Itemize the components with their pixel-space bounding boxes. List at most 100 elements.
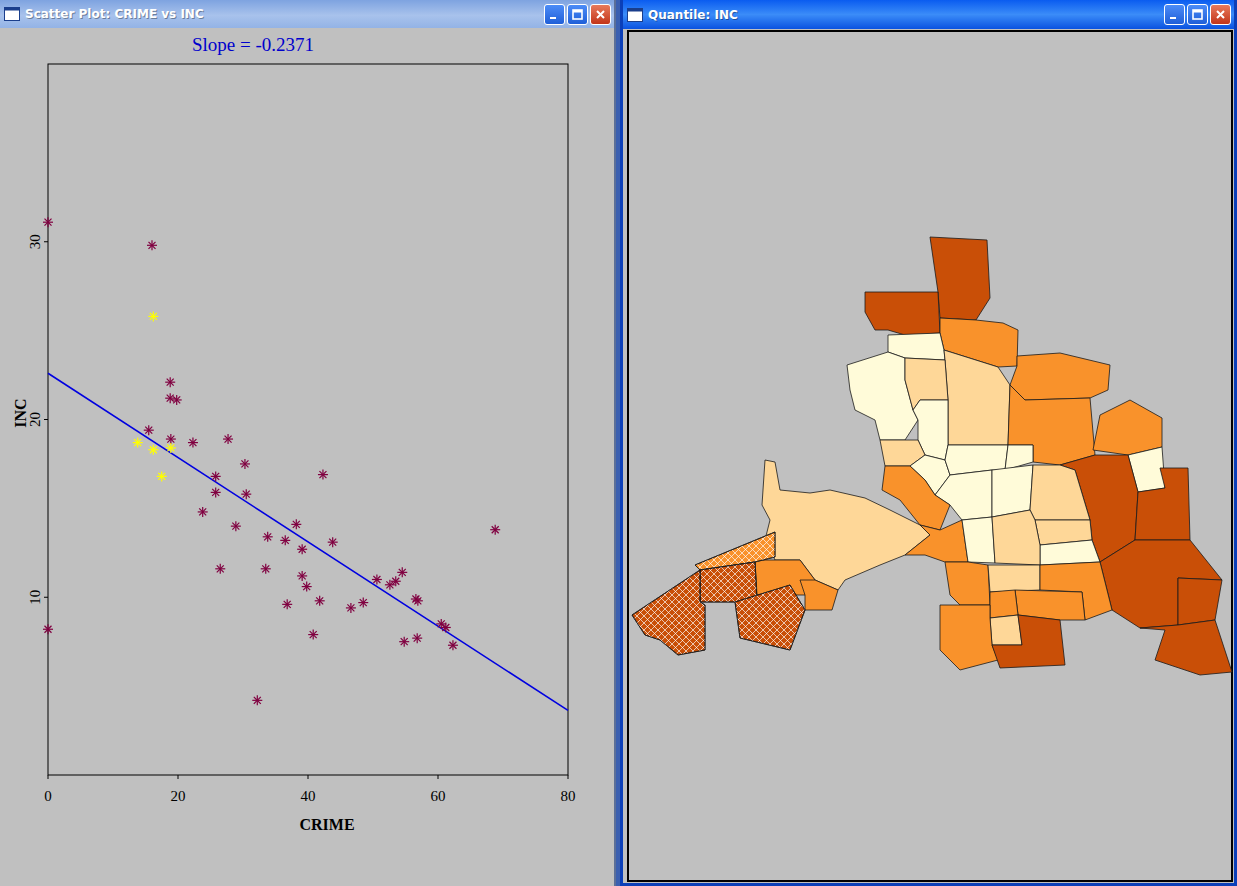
regression-line bbox=[48, 373, 568, 710]
maximize-button[interactable] bbox=[1187, 4, 1208, 25]
scatter-point[interactable] bbox=[308, 630, 318, 640]
minimize-button[interactable] bbox=[544, 4, 565, 25]
scatter-window: Scatter Plot: CRIME vs INCSlope = -0.237… bbox=[0, 0, 616, 886]
scatter-point[interactable] bbox=[252, 695, 262, 705]
map-region[interactable] bbox=[632, 570, 705, 655]
scatter-point[interactable] bbox=[413, 596, 423, 606]
scatter-point[interactable] bbox=[166, 434, 176, 444]
map-region[interactable] bbox=[1100, 540, 1222, 628]
scatter-point[interactable] bbox=[346, 603, 356, 613]
scatter-point[interactable] bbox=[133, 438, 143, 448]
maximize-icon bbox=[1191, 8, 1204, 21]
close-icon bbox=[594, 8, 607, 21]
scatter-point[interactable] bbox=[263, 532, 273, 542]
scatter-point[interactable] bbox=[412, 633, 422, 643]
scatter-point[interactable] bbox=[165, 377, 175, 387]
svg-text:10: 10 bbox=[27, 590, 43, 605]
scatter-point[interactable] bbox=[490, 525, 500, 535]
maximize-icon bbox=[571, 8, 584, 21]
scatter-point[interactable] bbox=[411, 594, 421, 604]
window-title: Scatter Plot: CRIME vs INC bbox=[25, 7, 539, 21]
scatter-point[interactable] bbox=[215, 564, 225, 574]
scatter-point[interactable] bbox=[211, 487, 221, 497]
scatter-point[interactable] bbox=[441, 622, 451, 632]
map-region[interactable] bbox=[1093, 400, 1162, 455]
scatter-point[interactable] bbox=[166, 443, 176, 453]
scatter-point[interactable] bbox=[261, 564, 271, 574]
scatter-point[interactable] bbox=[223, 434, 233, 444]
scatter-point[interactable] bbox=[358, 598, 368, 608]
scatter-point[interactable] bbox=[241, 489, 251, 499]
scatter-point[interactable] bbox=[315, 596, 325, 606]
scatter-point[interactable] bbox=[280, 535, 290, 545]
scatter-point[interactable] bbox=[282, 599, 292, 609]
scatter-point[interactable] bbox=[147, 240, 157, 250]
map-region[interactable] bbox=[695, 532, 775, 570]
map-region[interactable] bbox=[1140, 620, 1232, 675]
scatter-point[interactable] bbox=[165, 393, 175, 403]
map-region[interactable] bbox=[1135, 468, 1190, 540]
map-region[interactable] bbox=[992, 465, 1033, 517]
quantile-map[interactable] bbox=[623, 29, 1234, 883]
close-icon bbox=[1214, 8, 1227, 21]
scatter-point[interactable] bbox=[297, 544, 307, 554]
map-window: Quantile: INC bbox=[620, 0, 1237, 886]
window-icon bbox=[4, 7, 20, 21]
map-region[interactable] bbox=[865, 292, 940, 335]
map-region[interactable] bbox=[944, 350, 1010, 445]
scatter-point[interactable] bbox=[172, 395, 182, 405]
scatter-point[interactable] bbox=[157, 471, 167, 481]
map-region[interactable] bbox=[945, 562, 990, 605]
scatter-point[interactable] bbox=[372, 574, 382, 584]
scatter-chart[interactable]: Slope = -0.2371020406080102030CRIMEINC bbox=[0, 28, 612, 886]
map-region[interactable] bbox=[1010, 353, 1110, 400]
scatter-point[interactable] bbox=[397, 567, 407, 577]
scatter-point[interactable] bbox=[318, 470, 328, 480]
map-view bbox=[623, 29, 1234, 883]
map-region[interactable] bbox=[990, 590, 1018, 618]
scatter-point[interactable] bbox=[43, 624, 53, 634]
map-region[interactable] bbox=[800, 580, 838, 610]
x-tick: 20 bbox=[171, 775, 186, 804]
title-bar[interactable]: Quantile: INC bbox=[623, 0, 1234, 29]
scatter-point[interactable] bbox=[328, 537, 338, 547]
map-region[interactable] bbox=[905, 520, 968, 562]
title-bar[interactable]: Scatter Plot: CRIME vs INC bbox=[0, 0, 614, 28]
scatter-point[interactable] bbox=[291, 519, 301, 529]
scatter-point[interactable] bbox=[240, 459, 250, 469]
scatter-point[interactable] bbox=[188, 438, 198, 448]
scatter-point[interactable] bbox=[297, 571, 307, 581]
scatter-point[interactable] bbox=[148, 445, 158, 455]
map-region[interactable] bbox=[1030, 465, 1090, 520]
map-region[interactable] bbox=[1178, 578, 1222, 625]
map-region[interactable] bbox=[1040, 540, 1100, 565]
scatter-point[interactable] bbox=[198, 507, 208, 517]
maximize-button[interactable] bbox=[567, 4, 588, 25]
map-region[interactable] bbox=[962, 517, 995, 563]
scatter-point[interactable] bbox=[448, 640, 458, 650]
x-tick: 40 bbox=[301, 775, 316, 804]
svg-text:40: 40 bbox=[301, 788, 316, 804]
scatter-point[interactable] bbox=[43, 217, 53, 227]
desktop: Scatter Plot: CRIME vs INCSlope = -0.237… bbox=[0, 0, 1237, 886]
scatter-point[interactable] bbox=[399, 637, 409, 647]
minimize-button[interactable] bbox=[1164, 4, 1185, 25]
scatter-point[interactable] bbox=[148, 311, 158, 321]
map-region[interactable] bbox=[992, 615, 1065, 668]
scatter-point[interactable] bbox=[211, 471, 221, 481]
y-tick: 30 bbox=[27, 234, 48, 249]
scatter-point[interactable] bbox=[231, 521, 241, 531]
scatter-point[interactable] bbox=[391, 576, 401, 586]
map-region[interactable] bbox=[990, 615, 1022, 645]
close-button[interactable] bbox=[590, 4, 611, 25]
scatter-point[interactable] bbox=[302, 582, 312, 592]
map-region[interactable] bbox=[988, 565, 1040, 592]
map-region[interactable] bbox=[940, 605, 998, 670]
map-region[interactable] bbox=[700, 562, 757, 602]
x-tick: 80 bbox=[561, 775, 576, 804]
window-icon bbox=[627, 8, 643, 22]
close-button[interactable] bbox=[1210, 4, 1231, 25]
map-region[interactable] bbox=[992, 510, 1040, 565]
map-region[interactable] bbox=[735, 585, 805, 650]
scatter-point[interactable] bbox=[144, 425, 154, 435]
